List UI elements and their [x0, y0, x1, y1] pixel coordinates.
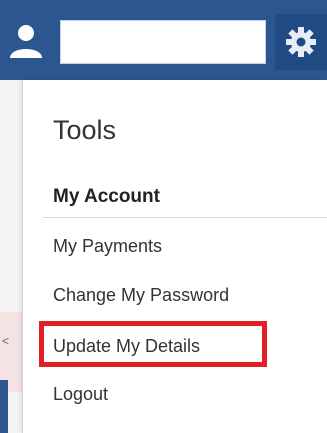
account-dropdown-menu: Tools My Account My Payments Change My P…	[22, 80, 327, 433]
section-title-my-account: My Account	[53, 186, 160, 207]
top-bar	[0, 0, 327, 80]
user-name-field[interactable]	[60, 20, 266, 64]
settings-button[interactable]	[275, 14, 327, 70]
background-partial-text: <	[2, 334, 10, 348]
menu-item-logout[interactable]: Logout	[53, 384, 108, 405]
menu-item-change-password[interactable]: Change My Password	[53, 285, 229, 306]
menu-item-update-details[interactable]: Update My Details	[53, 336, 200, 357]
menu-item-my-payments[interactable]: My Payments	[53, 236, 162, 257]
divider	[43, 217, 327, 218]
user-icon[interactable]	[6, 20, 46, 60]
background-accent-bar	[0, 380, 8, 433]
gear-icon	[286, 27, 316, 57]
background-page: <	[0, 80, 22, 433]
menu-heading: Tools	[53, 115, 117, 145]
